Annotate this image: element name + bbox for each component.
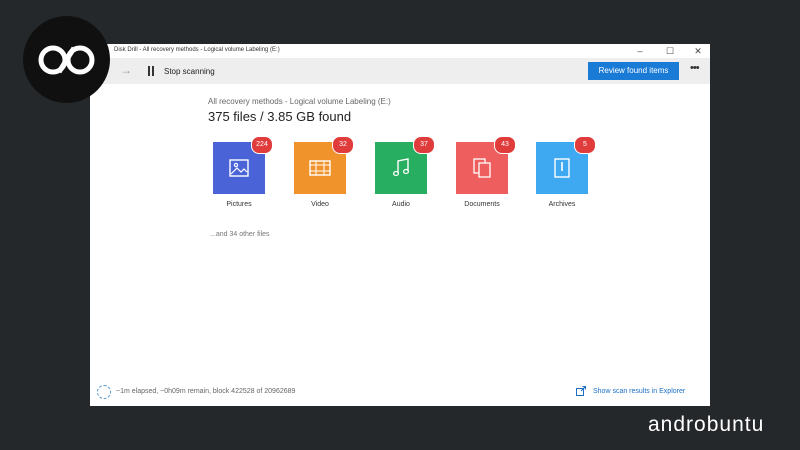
scan-subtitle: All recovery methods - Logical volume La…: [208, 97, 391, 106]
archive-icon: [554, 158, 570, 178]
disk-drill-window: Disk Drill - All recovery methods - Logi…: [90, 44, 710, 406]
close-button[interactable]: ✕: [684, 44, 710, 58]
title-bar: Disk Drill - All recovery methods - Logi…: [90, 44, 710, 58]
pause-icon[interactable]: [148, 66, 154, 76]
count-badge: 37: [413, 136, 435, 154]
androbuntu-logo-icon: [38, 45, 95, 75]
watermark-logo: [23, 16, 110, 103]
category-label: Archives: [548, 201, 576, 208]
category-label: Documents: [464, 201, 500, 208]
count-badge: 5: [574, 136, 596, 154]
scan-headline: 375 files / 3.85 GB found: [208, 109, 352, 124]
film-icon: [309, 160, 331, 176]
progress-spinner-icon: [97, 385, 111, 399]
external-link-icon[interactable]: [576, 386, 586, 396]
forward-arrow-icon[interactable]: →: [120, 63, 132, 77]
image-icon: [229, 159, 249, 177]
category-label: Audio: [392, 201, 410, 208]
count-badge: 43: [494, 136, 516, 154]
category-label: Video: [311, 201, 329, 208]
count-badge: 224: [251, 136, 273, 154]
watermark-brand: androbuntu: [648, 413, 765, 436]
document-icon: [473, 158, 491, 178]
toolbar: → Stop scanning Review found items •••: [90, 58, 710, 84]
other-files-link[interactable]: ...and 34 other files: [210, 231, 270, 238]
category-label: Pictures: [226, 201, 252, 208]
count-badge: 32: [332, 136, 354, 154]
minimize-button[interactable]: –: [626, 44, 654, 58]
window-title: Disk Drill - All recovery methods - Logi…: [114, 47, 280, 53]
show-in-explorer-link[interactable]: Show scan results in Explorer: [593, 388, 685, 395]
scan-progress-status: ~1m elapsed, ~0h09m remain, block 422528…: [116, 388, 296, 395]
review-found-items-button[interactable]: Review found items: [588, 62, 679, 80]
maximize-button[interactable]: ☐: [656, 44, 684, 58]
more-options-icon[interactable]: •••: [690, 62, 700, 74]
music-note-icon: [392, 158, 410, 177]
stop-scanning-button[interactable]: Stop scanning: [164, 67, 215, 76]
